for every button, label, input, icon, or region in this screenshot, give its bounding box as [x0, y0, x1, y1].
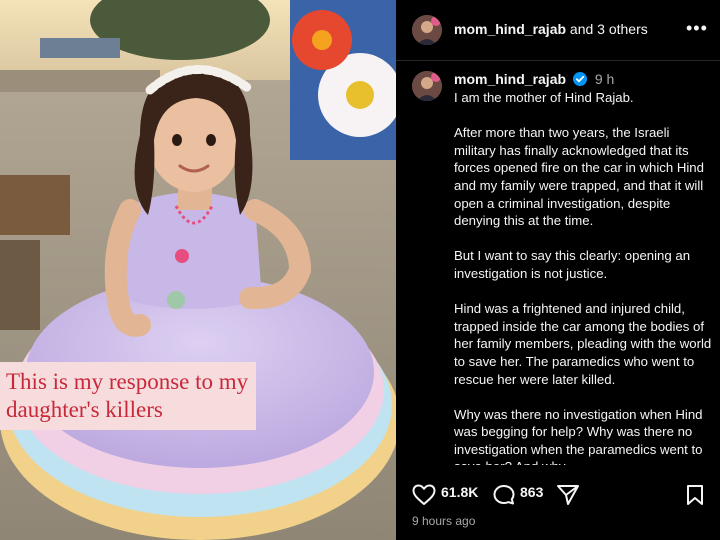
- caption-line-2: daughter's killers: [6, 397, 163, 422]
- post-photo[interactable]: This is my response to my daughter's kil…: [0, 0, 396, 540]
- post-username[interactable]: mom_hind_rajab: [454, 71, 566, 87]
- avatar-image: [412, 15, 442, 45]
- share-icon[interactable]: [556, 484, 580, 506]
- like-count[interactable]: 61.8K: [441, 484, 478, 500]
- header-title[interactable]: mom_hind_rajab and 3 others: [454, 21, 648, 37]
- post-paragraph-4: Hind was a frightened and injured child,…: [454, 301, 712, 387]
- avatar[interactable]: [412, 15, 442, 45]
- caption-line-1: This is my response to my: [6, 369, 249, 394]
- bookmark-icon[interactable]: [684, 484, 706, 506]
- post-body: I am the mother of Hind Rajab. After mor…: [454, 89, 714, 465]
- verified-badge-icon: [572, 72, 587, 89]
- more-horizontal-icon[interactable]: •••: [686, 18, 708, 39]
- heart-icon[interactable]: [412, 484, 436, 506]
- header-others[interactable]: and 3 others: [570, 21, 648, 37]
- header-username[interactable]: mom_hind_rajab: [454, 21, 566, 37]
- avatar-image: [412, 71, 442, 101]
- post-paragraph-2: After more than two years, the Israeli m…: [454, 125, 704, 229]
- post-time[interactable]: 9 h: [595, 71, 614, 87]
- post-panel: mom_hind_rajab and 3 others ••• mom_hind…: [396, 0, 720, 540]
- posted-ago[interactable]: 9 hours ago: [412, 514, 475, 528]
- action-bar: 61.8K 863: [396, 476, 720, 516]
- post-paragraph-5: Why was there no investigation when Hind…: [454, 406, 703, 465]
- post-author-line: mom_hind_rajab 9 h: [454, 71, 614, 89]
- comment-count[interactable]: 863: [520, 484, 543, 500]
- post-paragraph-1: I am the mother of Hind Rajab.: [454, 90, 634, 105]
- photo-caption: This is my response to my daughter's kil…: [0, 362, 257, 430]
- post-author-avatar[interactable]: [412, 71, 442, 101]
- post-header: mom_hind_rajab and 3 others •••: [396, 0, 720, 61]
- comment-icon[interactable]: [492, 484, 516, 506]
- photo-illustration: [0, 0, 396, 540]
- post-paragraph-3: But I want to say this clearly: opening …: [454, 248, 691, 281]
